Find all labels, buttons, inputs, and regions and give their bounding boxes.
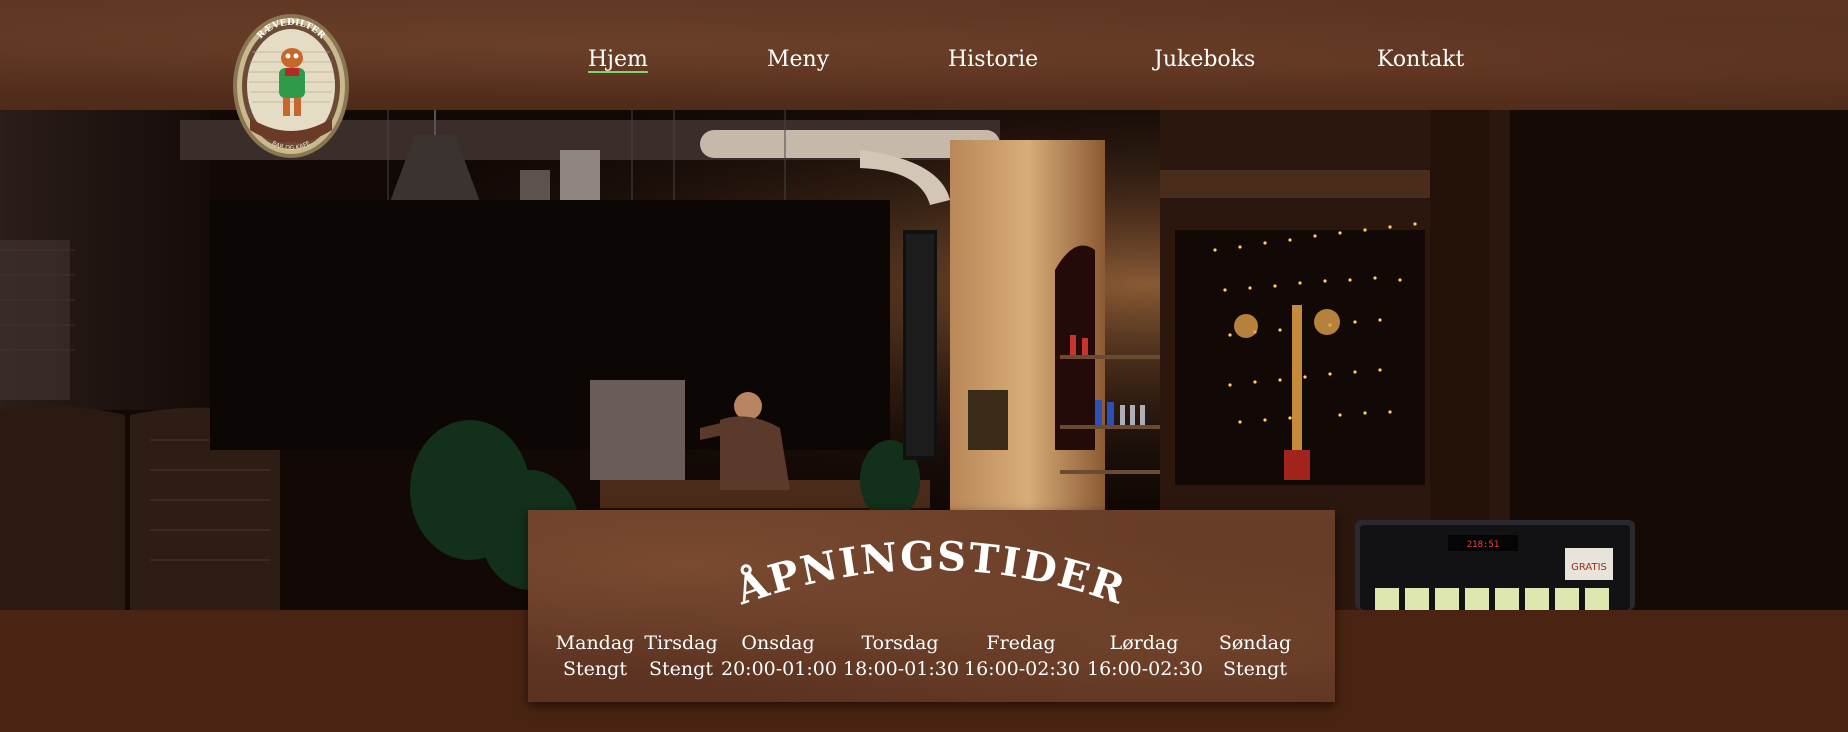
- svg-text:ÅPNINGSTIDER: ÅPNINGSTIDER: [729, 533, 1132, 615]
- day-name: Mandag: [555, 632, 635, 654]
- nav-link-historie[interactable]: Historie: [948, 47, 1038, 72]
- day-hours: 20:00-01:00: [721, 658, 837, 680]
- site-logo[interactable]: RÆVEDILTER BAR OG KAFE: [230, 12, 352, 160]
- day-lordag: Lørdag 16:00-02:30: [1087, 630, 1203, 682]
- day-name: Lørdag: [1109, 632, 1179, 654]
- nav-link-meny[interactable]: Meny: [767, 47, 829, 72]
- day-mandag: Mandag Stengt: [555, 630, 635, 682]
- day-hours: 18:00-01:30: [843, 658, 959, 680]
- day-onsdag: Onsdag 20:00-01:00: [721, 630, 837, 682]
- day-name: Onsdag: [741, 632, 815, 654]
- day-name: Tirsdag: [644, 632, 718, 654]
- opening-hours-title: ÅPNINGSTIDER: [729, 533, 1132, 615]
- day-name: Torsdag: [861, 632, 939, 654]
- day-torsdag: Torsdag 18:00-01:30: [843, 630, 959, 682]
- day-name: Fredag: [986, 632, 1056, 654]
- day-hours: Stengt: [1223, 658, 1287, 680]
- day-hours: 16:00-02:30: [1087, 658, 1203, 680]
- day-name: Søndag: [1218, 632, 1292, 654]
- jukebox-display: 218:51: [1467, 540, 1500, 550]
- jukebox-sign: GRATIS: [1571, 562, 1607, 573]
- day-sondag: Søndag Stengt: [1210, 630, 1300, 682]
- nav-link-hjem[interactable]: Hjem: [588, 47, 648, 72]
- fox-logo-icon: RÆVEDILTER BAR OG KAFE: [233, 14, 349, 158]
- day-tirsdag: Tirsdag Stengt: [641, 630, 721, 682]
- nav-link-kontakt[interactable]: Kontakt: [1377, 47, 1464, 72]
- day-fredag: Fredag 16:00-02:30: [964, 630, 1080, 682]
- opening-hours-card: ÅPNINGSTIDER Mandag Stengt Tirsdag Steng…: [528, 510, 1335, 702]
- day-hours: Stengt: [649, 658, 713, 680]
- day-hours: 16:00-02:30: [964, 658, 1080, 680]
- day-hours: Stengt: [563, 658, 627, 680]
- opening-hours-list: Mandag Stengt Tirsdag Stengt Onsdag 20:0…: [528, 630, 1335, 690]
- nav-link-jukeboks[interactable]: Jukeboks: [1154, 47, 1255, 72]
